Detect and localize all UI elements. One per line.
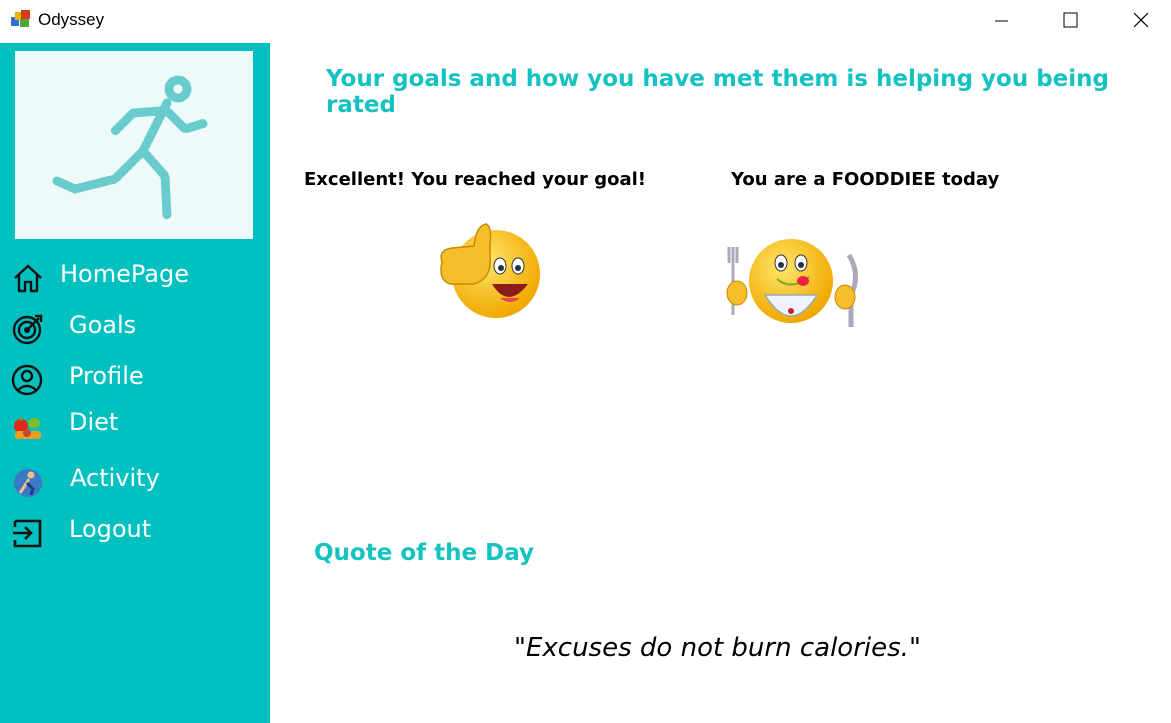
window-title: Odyssey [38, 10, 105, 29]
home-icon [14, 264, 42, 293]
close-icon [1133, 12, 1149, 28]
sidebar-item-logout[interactable]: Logout [0, 510, 270, 554]
sidebar-item-label: Diet [69, 408, 119, 436]
sidebar-item-activity[interactable]: Activity [0, 459, 270, 503]
user-circle-icon [11, 364, 43, 396]
goal-message: Excellent! You reached your goal! [304, 169, 646, 190]
quote-heading: Quote of the Day [314, 540, 535, 566]
hungry-emoji-icon [726, 239, 858, 327]
sidebar-item-label: Goals [69, 311, 137, 339]
runner-logo [15, 51, 253, 239]
sidebar-item-label: Profile [69, 362, 144, 390]
page-heading: Your goals and how you have met them is … [326, 66, 1109, 118]
diet-message: You are a FOODDIEE today [731, 169, 1000, 190]
sidebar-item-goals[interactable]: Goals [0, 306, 270, 350]
maximize-icon [1063, 12, 1078, 28]
thumbs-up-emoji-icon [440, 223, 540, 318]
sidebar-item-label: HomePage [60, 260, 189, 288]
runner-icon [14, 469, 42, 497]
quote-close-mark: " [908, 633, 921, 663]
runner-logo-image [52, 75, 210, 221]
title-bar: Odyssey [0, 0, 1171, 43]
target-icon [12, 314, 43, 345]
app-icon [11, 10, 30, 27]
minimize-button[interactable] [966, 0, 1036, 43]
logout-icon [13, 519, 42, 548]
sidebar-item-label: Logout [69, 515, 152, 543]
quote-text: Excuses do not burn calories. [525, 633, 909, 663]
sidebar-item-label: Activity [70, 464, 160, 492]
maximize-button[interactable] [1036, 0, 1106, 43]
sidebar-item-profile[interactable]: Profile [0, 357, 270, 401]
sidebar-item-diet[interactable]: Diet [0, 403, 270, 447]
sidebar-item-homepage[interactable]: HomePage [0, 255, 270, 299]
quote-of-the-day: "Excuses do not burn calories." [514, 633, 921, 663]
close-button[interactable] [1106, 0, 1171, 43]
minimize-icon [995, 20, 1008, 22]
sidebar: HomePage Goals Profile Diet Activity Log… [0, 43, 270, 723]
fruits-icon [14, 416, 41, 439]
quote-open-mark: " [514, 633, 526, 663]
